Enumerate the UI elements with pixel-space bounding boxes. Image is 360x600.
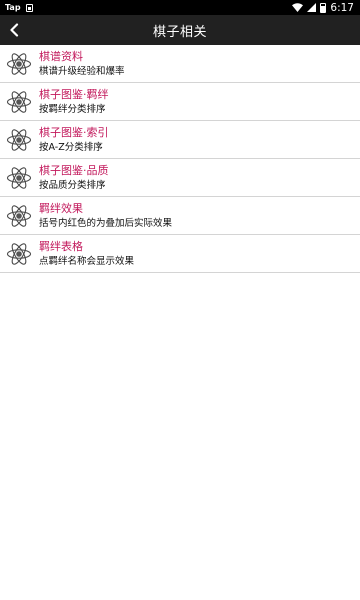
signal-icon	[307, 3, 317, 12]
list-item-text: 棋子图鉴·羁绊 按羁绊分类排序	[39, 89, 109, 115]
list-item-subtitle: 按A-Z分类排序	[39, 141, 103, 153]
atom-icon	[6, 51, 32, 77]
atom-icon	[6, 203, 32, 229]
list-item-4[interactable]: 棋子图鉴·品质 按品质分类排序	[0, 159, 360, 197]
status-right: 6:17	[292, 2, 354, 14]
page-title: 棋子相关	[152, 24, 207, 40]
list-item-title: 棋子图鉴·品质	[39, 163, 109, 177]
battery-icon	[320, 2, 327, 13]
list-item-title: 棋子图鉴·羁绊	[39, 87, 109, 101]
notification-icon	[25, 3, 33, 12]
list-item-text: 棋子图鉴·索引 按A-Z分类排序	[39, 127, 109, 153]
list-item-subtitle: 按品质分类排序	[39, 179, 106, 191]
list-item-subtitle: 棋谱升级经验和爆率	[39, 65, 125, 77]
list-item-title: 羁绊表格	[39, 239, 83, 253]
atom-icon	[6, 127, 32, 153]
list-item-1[interactable]: 棋谱资料 棋谱升级经验和爆率	[0, 45, 360, 83]
list-item-5[interactable]: 羁绊效果 括号内红色的为叠加后实际效果	[0, 197, 360, 235]
atom-icon	[6, 165, 32, 191]
atom-icon	[6, 89, 32, 115]
list-item-title: 棋谱资料	[39, 49, 83, 63]
list-item-subtitle: 按羁绊分类排序	[39, 103, 106, 115]
chevron-left-icon	[10, 23, 19, 37]
back-button[interactable]	[2, 15, 26, 45]
list-item-text: 羁绊效果 括号内红色的为叠加后实际效果	[39, 203, 172, 229]
list-item-2[interactable]: 棋子图鉴·羁绊 按羁绊分类排序	[0, 83, 360, 121]
list-item-3[interactable]: 棋子图鉴·索引 按A-Z分类排序	[0, 121, 360, 159]
list-item-subtitle: 括号内红色的为叠加后实际效果	[39, 217, 173, 229]
list-item-6[interactable]: 羁绊表格 点羁绊名称会显示效果	[0, 235, 360, 273]
status-bar: Tap 6:17	[0, 0, 360, 15]
status-left: Tap	[5, 3, 33, 12]
list-item-text: 棋子图鉴·品质 按品质分类排序	[39, 165, 109, 191]
list-item-text: 羁绊表格 点羁绊名称会显示效果	[39, 241, 134, 267]
notification-label: Tap	[5, 3, 21, 12]
menu-list: 棋谱资料 棋谱升级经验和爆率 棋子图鉴·羁绊 按羁绊分类排序 棋子图鉴·索引 按…	[0, 45, 360, 273]
list-item-title: 羁绊效果	[39, 201, 83, 215]
list-item-text: 棋谱资料 棋谱升级经验和爆率	[39, 51, 125, 77]
app-bar: 棋子相关	[0, 15, 360, 45]
status-time: 6:17	[330, 1, 354, 14]
list-item-subtitle: 点羁绊名称会显示效果	[39, 255, 135, 267]
wifi-icon	[292, 3, 304, 12]
list-item-title: 棋子图鉴·索引	[39, 125, 109, 139]
atom-icon	[6, 241, 32, 267]
